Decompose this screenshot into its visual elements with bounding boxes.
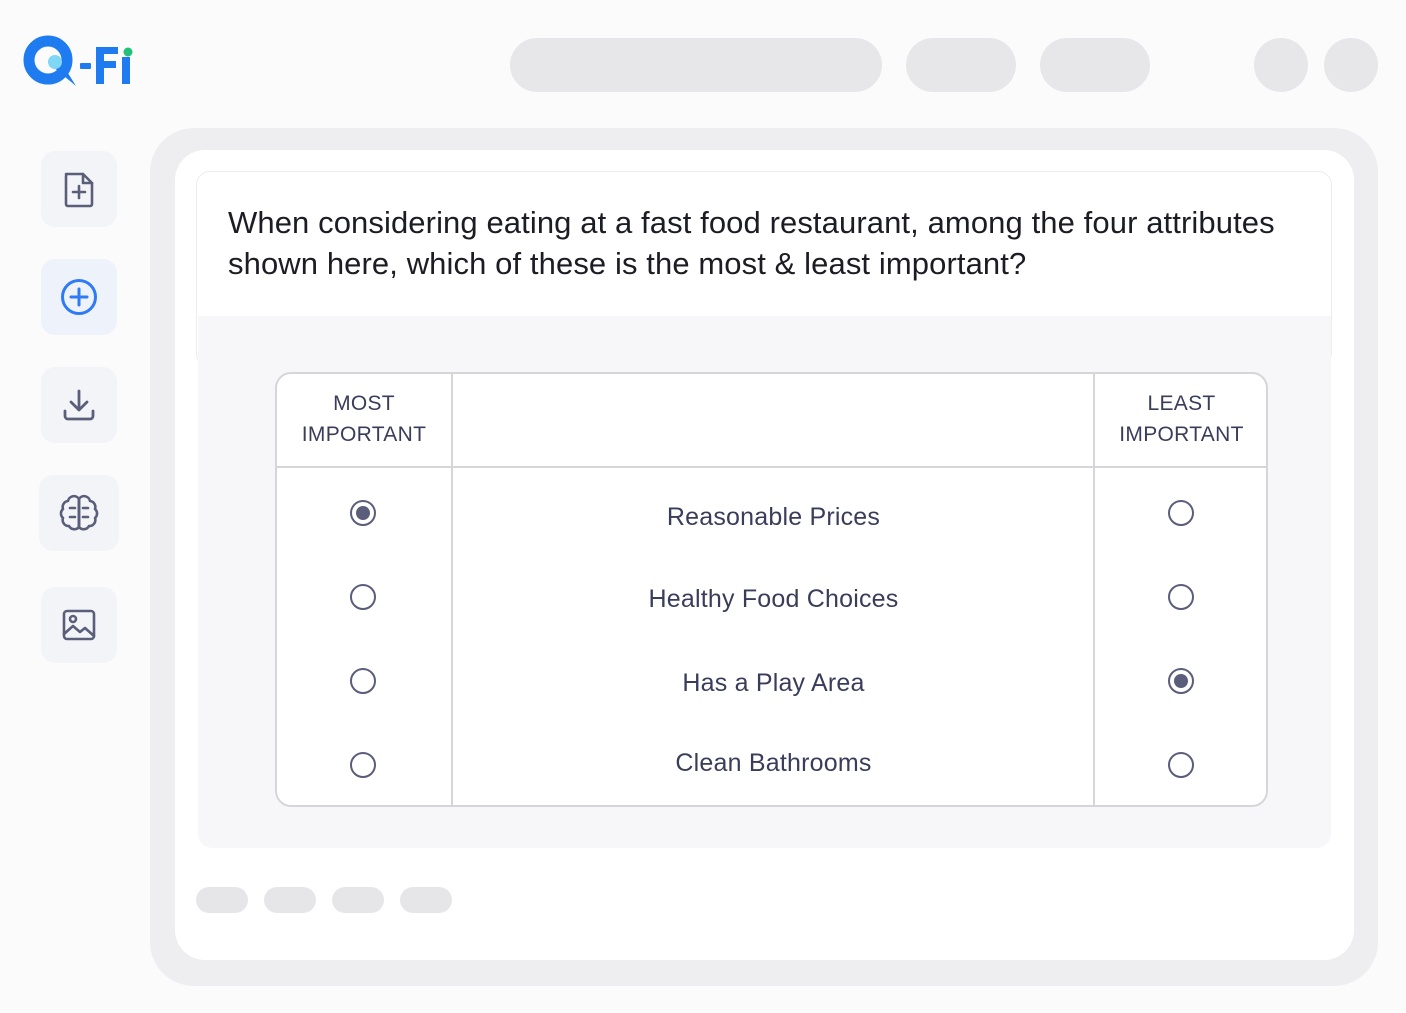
sidebar-item-new-file[interactable] xyxy=(41,151,117,227)
top-placeholder-pill-1 xyxy=(906,38,1016,92)
most-important-header: MOST IMPORTANT xyxy=(277,388,451,450)
maxdiff-grid: MOST IMPORTANT LEAST IMPORTANT Reasonabl… xyxy=(275,372,1268,807)
sidebar-item-ai[interactable] xyxy=(39,475,119,551)
header-divider xyxy=(277,466,1266,468)
most-radio-healthy-food-choices[interactable] xyxy=(350,584,376,610)
most-header-line-1: MOST xyxy=(333,392,395,415)
sidebar-item-download[interactable] xyxy=(41,367,117,443)
q-fi-logo xyxy=(22,32,138,90)
bottom-placeholder-1 xyxy=(196,887,248,913)
sidebar-item-image[interactable] xyxy=(41,587,117,663)
least-radio-healthy-food-choices[interactable] xyxy=(1168,584,1194,610)
top-placeholder-search xyxy=(510,38,882,92)
download-icon xyxy=(61,387,97,423)
file-plus-icon xyxy=(62,170,96,208)
most-radio-has-a-play-area[interactable] xyxy=(350,668,376,694)
least-radio-clean-bathrooms[interactable] xyxy=(1168,752,1194,778)
least-important-header: LEAST IMPORTANT xyxy=(1095,388,1266,450)
least-radio-reasonable-prices[interactable] xyxy=(1168,500,1194,526)
brain-icon xyxy=(59,494,99,532)
question-text: When considering eating at a fast food r… xyxy=(228,205,1275,281)
sidebar-item-add[interactable] xyxy=(41,259,117,335)
top-placeholder-pill-2 xyxy=(1040,38,1150,92)
least-radio-has-a-play-area[interactable] xyxy=(1168,668,1194,694)
most-radio-clean-bathrooms[interactable] xyxy=(350,752,376,778)
bottom-placeholder-3 xyxy=(332,887,384,913)
top-placeholder-circle-1 xyxy=(1254,38,1308,92)
attribute-label: Clean Bathrooms xyxy=(675,749,872,777)
most-header-line-2: IMPORTANT xyxy=(301,423,427,446)
least-header-line-2: IMPORTANT xyxy=(1119,423,1244,446)
bottom-placeholder-4 xyxy=(400,887,452,913)
least-header-line-1: LEAST xyxy=(1147,392,1216,415)
attribute-label: Reasonable Prices xyxy=(666,503,881,531)
image-icon xyxy=(61,608,97,642)
most-radio-reasonable-prices[interactable] xyxy=(350,500,376,526)
attribute-label: Has a Play Area xyxy=(682,669,865,697)
top-placeholder-circle-2 xyxy=(1324,38,1378,92)
attribute-label: Healthy Food Choices xyxy=(648,585,899,613)
plus-circle-icon xyxy=(59,277,99,317)
bottom-placeholder-2 xyxy=(264,887,316,913)
